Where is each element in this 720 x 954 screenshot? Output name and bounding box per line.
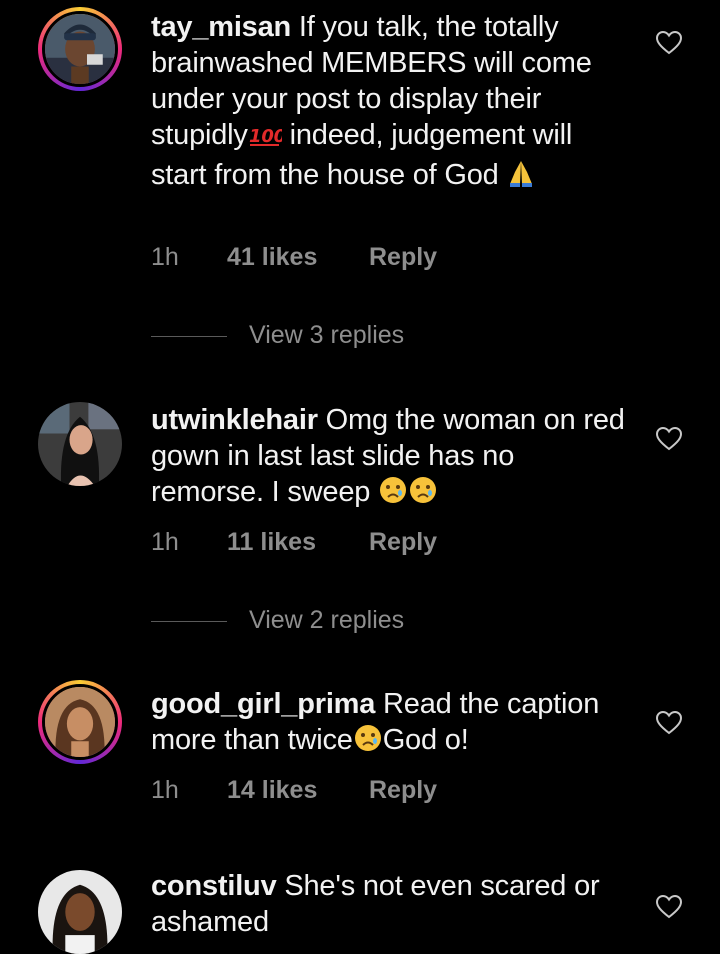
heart-icon[interactable] [655, 894, 683, 919]
avatar[interactable] [38, 402, 122, 486]
replies-divider [151, 336, 227, 337]
crying-face-icon [378, 475, 408, 514]
100-icon: 100 [248, 121, 286, 157]
avatar[interactable] [38, 870, 122, 954]
avatar[interactable] [38, 7, 122, 91]
comment-text: tay_misan If you talk, the totally brain… [151, 9, 631, 197]
comment-text: utwinklehair Omg the woman on red gown i… [151, 402, 631, 514]
replies-divider [151, 621, 227, 622]
reply-button[interactable]: Reply [369, 528, 437, 557]
comment-username[interactable]: tay_misan [151, 11, 291, 43]
comment-time: 1h [151, 528, 179, 556]
crying-face-icon [408, 475, 438, 514]
crying-face-icon [353, 723, 383, 762]
comment-likes[interactable]: 11 likes [227, 528, 316, 557]
view-replies-label[interactable]: View 3 replies [249, 321, 404, 350]
comment-text: good_girl_prima Read the caption more th… [151, 686, 631, 762]
heart-icon[interactable] [655, 426, 683, 451]
reply-button[interactable]: Reply [369, 776, 437, 805]
comment-body-cont: God o! [382, 724, 469, 756]
view-replies-label[interactable]: View 2 replies [249, 606, 404, 635]
folded-hands-icon [506, 158, 536, 197]
comment-username[interactable]: constiluv [151, 870, 277, 902]
reply-button[interactable]: Reply [369, 243, 437, 272]
comment-username[interactable]: good_girl_prima [151, 688, 375, 720]
avatar[interactable] [38, 680, 122, 764]
comment-username[interactable]: utwinklehair [151, 404, 318, 436]
comment-likes[interactable]: 41 likes [227, 243, 317, 272]
comment-time: 1h [151, 776, 179, 804]
heart-icon[interactable] [655, 30, 683, 55]
svg-text:100: 100 [249, 126, 282, 147]
comments-screen: tay_misan If you talk, the totally brain… [0, 0, 720, 954]
view-replies-link[interactable]: View 3 replies [151, 321, 451, 353]
view-replies-link[interactable]: View 2 replies [151, 606, 451, 638]
comment-time: 1h [151, 243, 179, 271]
comment-likes[interactable]: 14 likes [227, 776, 317, 805]
comment-text: constiluv She's not even scared or asham… [151, 868, 631, 940]
heart-icon[interactable] [655, 710, 683, 735]
